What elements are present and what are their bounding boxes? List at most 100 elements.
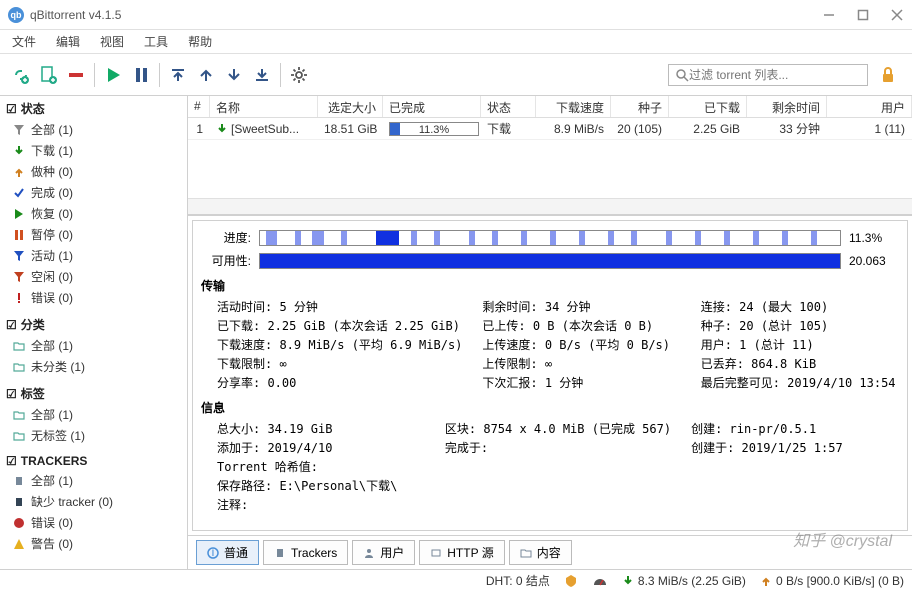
- checkbox-icon: ☑: [6, 318, 17, 332]
- horizontal-scrollbar[interactable]: [188, 198, 912, 214]
- info-createdon: 创建于: 2019/1/25 1:57: [691, 439, 899, 456]
- warning-icon: [12, 537, 26, 551]
- col-peers[interactable]: 用户: [827, 96, 912, 117]
- info-downloaded: 已下载: 2.25 GiB (本次会话 2.25 GiB): [217, 317, 462, 334]
- info-icon: i: [207, 547, 219, 559]
- torrent-table: # 名称 选定大小 已完成 状态 下载速度 种子 已下载 剩余时间 用户 1 […: [188, 96, 912, 216]
- sidebar-cat-uncategorized[interactable]: 未分类 (1): [0, 356, 187, 377]
- tracker-icon: [12, 474, 26, 488]
- col-progress[interactable]: 已完成: [383, 96, 481, 117]
- menu-edit[interactable]: 编辑: [48, 31, 88, 52]
- resume-button[interactable]: [99, 61, 127, 89]
- sidebar-tracker-all[interactable]: 全部 (1): [0, 470, 187, 491]
- info-ullimit: 上传限制: ∞: [482, 355, 680, 372]
- app-icon: qb: [8, 7, 24, 23]
- minimize-button[interactable]: [822, 8, 836, 22]
- tab-http[interactable]: HTTP 源: [419, 540, 504, 565]
- search-box[interactable]: [668, 64, 868, 86]
- col-status[interactable]: 状态: [481, 96, 536, 117]
- http-icon: [430, 547, 442, 559]
- tracker-icon: [274, 547, 286, 559]
- remove-button[interactable]: [62, 61, 90, 89]
- info-wasted: 已丢弃: 864.8 KiB: [701, 355, 899, 372]
- info-dlspeed: 下载速度: 8.9 MiB/s (平均 6.9 MiB/s): [217, 336, 462, 353]
- sidebar-item-all[interactable]: 全部 (1): [0, 119, 187, 140]
- progress-bar: 11.3%: [389, 122, 479, 136]
- download-icon: [216, 123, 228, 135]
- detail-panel: 进度: 11.3% 可用性: 20.063 传输 活动时间: 5 分钟 剩余时间…: [192, 220, 908, 531]
- checkbox-icon: ☑: [6, 387, 17, 401]
- trackers-group[interactable]: ☑TRACKERS: [0, 452, 187, 470]
- settings-button[interactable]: [285, 61, 313, 89]
- funnel-idle-icon: [12, 270, 26, 284]
- col-eta[interactable]: 剩余时间: [747, 96, 827, 117]
- lock-button[interactable]: [874, 61, 902, 89]
- upload-icon: [12, 165, 26, 179]
- folder-icon: [520, 547, 532, 559]
- search-input[interactable]: [689, 68, 861, 82]
- info-createdby: 创建: rin-pr/0.5.1: [691, 420, 899, 437]
- sidebar-item-inactive[interactable]: 空闲 (0): [0, 266, 187, 287]
- tags-group[interactable]: ☑标签: [0, 383, 187, 404]
- info-reannounce: 下次汇报: 1 分钟: [482, 374, 680, 391]
- col-num[interactable]: #: [188, 96, 210, 117]
- tab-peers[interactable]: 用户: [352, 540, 415, 565]
- col-dlspeed[interactable]: 下载速度: [536, 96, 611, 117]
- sidebar-tag-all[interactable]: 全部 (1): [0, 404, 187, 425]
- info-connections: 连接: 24 (最大 100): [701, 298, 899, 315]
- maximize-button[interactable]: [856, 8, 870, 22]
- info-title: 信息: [201, 399, 899, 416]
- folder-icon: [12, 360, 26, 374]
- menu-view[interactable]: 视图: [92, 31, 132, 52]
- move-down-button[interactable]: [220, 61, 248, 89]
- add-file-button[interactable]: [34, 61, 62, 89]
- info-uploaded: 已上传: 0 B (本次会话 0 B): [482, 317, 680, 334]
- upload-icon: [760, 575, 772, 587]
- sidebar-tracker-warning[interactable]: 警告 (0): [0, 533, 187, 554]
- pause-button[interactable]: [127, 61, 155, 89]
- col-name[interactable]: 名称: [210, 96, 318, 117]
- info-comment: 注释:: [217, 496, 899, 513]
- sidebar-item-active[interactable]: 活动 (1): [0, 245, 187, 266]
- piece-progress-bar: [259, 230, 841, 246]
- info-addedon: 添加于: 2019/4/10: [217, 439, 425, 456]
- move-top-button[interactable]: [164, 61, 192, 89]
- menu-help[interactable]: 帮助: [180, 31, 220, 52]
- info-active-time: 活动时间: 5 分钟: [217, 298, 462, 315]
- sidebar-item-seeding[interactable]: 做种 (0): [0, 161, 187, 182]
- categories-group[interactable]: ☑分类: [0, 314, 187, 335]
- sidebar-tracker-error[interactable]: 错误 (0): [0, 512, 187, 533]
- sidebar-item-paused[interactable]: 暂停 (0): [0, 224, 187, 245]
- close-button[interactable]: [890, 8, 904, 22]
- sidebar-tracker-trackerless[interactable]: 缺少 tracker (0): [0, 491, 187, 512]
- info-eta: 剩余时间: 34 分钟: [482, 298, 680, 315]
- menu-tools[interactable]: 工具: [136, 31, 176, 52]
- col-downloaded[interactable]: 已下载: [669, 96, 747, 117]
- add-link-button[interactable]: [6, 61, 34, 89]
- sidebar-item-downloading[interactable]: 下载 (1): [0, 140, 187, 161]
- status-firewall-icon: [564, 574, 578, 588]
- tab-general[interactable]: i普通: [196, 540, 259, 565]
- tab-trackers[interactable]: Trackers: [263, 540, 348, 565]
- error-dot-icon: [12, 516, 26, 530]
- move-bottom-button[interactable]: [248, 61, 276, 89]
- sidebar-item-resuming[interactable]: 恢复 (0): [0, 203, 187, 224]
- statusbar: DHT: 0 结点 8.3 MiB/s (2.25 GiB) 0 B/s [90…: [0, 569, 912, 591]
- sidebar-item-errored[interactable]: 错误 (0): [0, 287, 187, 308]
- sidebar-item-completed[interactable]: 完成 (0): [0, 182, 187, 203]
- table-row[interactable]: 1 [SweetSub... 18.51 GiB 11.3% 下载 8.9 Mi…: [188, 118, 912, 140]
- status-speed-icon: [592, 575, 608, 587]
- users-icon: [363, 547, 375, 559]
- checkbox-icon: ☑: [6, 102, 17, 116]
- error-icon: [12, 291, 26, 305]
- col-size[interactable]: 选定大小: [318, 96, 383, 117]
- download-icon: [12, 144, 26, 158]
- menu-file[interactable]: 文件: [4, 31, 44, 52]
- sidebar-cat-all[interactable]: 全部 (1): [0, 335, 187, 356]
- tab-content[interactable]: 内容: [509, 540, 572, 565]
- sidebar-tag-untagged[interactable]: 无标签 (1): [0, 425, 187, 446]
- move-up-button[interactable]: [192, 61, 220, 89]
- availability-bar: [259, 253, 841, 269]
- status-group[interactable]: ☑状态: [0, 98, 187, 119]
- col-seeds[interactable]: 种子: [611, 96, 669, 117]
